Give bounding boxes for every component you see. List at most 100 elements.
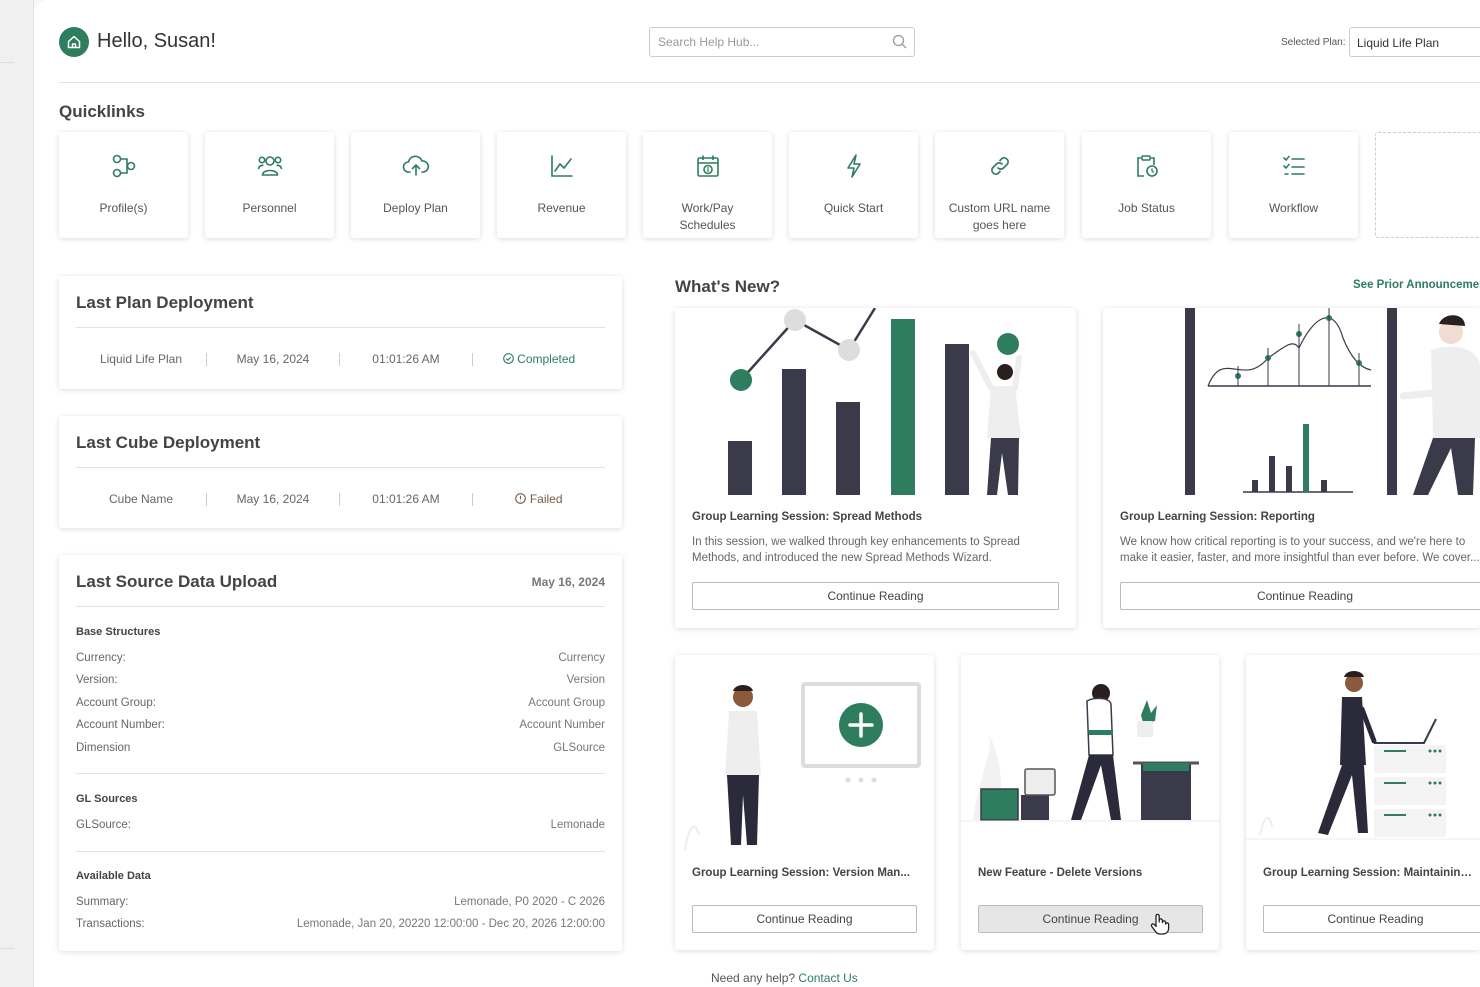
kv-row: Account Number: Account Number (76, 719, 605, 731)
news-card-spread-methods: Group Learning Session: Spread Methods I… (675, 308, 1076, 628)
kv-value: Lemonade, Jan 20, 20220 12:00:00 - Dec 2… (296, 918, 605, 930)
quicklink-custom-url[interactable]: Custom URL name goes here (935, 132, 1064, 238)
kv-key: Summary: (76, 896, 129, 908)
checklist-icon (1282, 155, 1305, 175)
deployment-name: Cube Name (108, 492, 174, 506)
main-panel: Hello, Susan! Selected Plan: Liquid Life… (34, 0, 1480, 987)
home-icon (67, 35, 81, 49)
section-title: Available Data (76, 870, 151, 882)
quicklink-label: Quick Start (823, 201, 884, 215)
delete-versions-illustration (961, 684, 1219, 822)
quicklink-workflow[interactable]: Workflow (1229, 132, 1358, 238)
quicklink-revenue[interactable]: Revenue (497, 132, 626, 238)
add-version-illustration (684, 682, 921, 850)
deployment-row: Cube Name May 16, 2024 01:01:26 AM Faile… (76, 492, 605, 506)
quicklink-add-slot[interactable] (1375, 132, 1480, 238)
plan-deployment-card: Last Plan Deployment Liquid Life Plan Ma… (59, 276, 622, 389)
hand-pointer-cursor-icon (1150, 913, 1170, 935)
kv-row: Dimension GLSource (76, 742, 605, 754)
news-title: Group Learning Session: Maintaining... (1263, 867, 1472, 879)
left-rail (0, 0, 34, 987)
rail-divider (0, 62, 14, 63)
quicklink-profiles[interactable]: Profile(s) (59, 132, 188, 238)
news-card-delete-versions: New Feature - Delete Versions Continue R… (961, 655, 1219, 950)
bar-chart-illustration (728, 308, 1022, 495)
kv-row: Account Group: Account Group (76, 697, 605, 709)
divider (76, 327, 605, 328)
upload-date: May 16, 2024 (531, 575, 605, 589)
news-title: New Feature - Delete Versions (978, 867, 1143, 879)
status-text: Completed (517, 352, 576, 366)
continue-reading-button[interactable]: Continue Reading (1263, 905, 1480, 933)
kv-row: Transactions: Lemonade, Jan 20, 20220 12:… (76, 918, 605, 930)
contact-us-link[interactable]: Contact Us (798, 971, 857, 985)
quicklink-label: Personnel (242, 201, 297, 215)
card-title: Last Cube Deployment (76, 433, 261, 452)
search-icon[interactable] (892, 34, 907, 49)
status-badge: Completed (473, 352, 605, 366)
kv-value: Currency (558, 652, 605, 664)
help-text: Need any help? (711, 971, 796, 985)
kv-value: Account Number (519, 719, 605, 731)
alert-circle-icon (515, 493, 527, 504)
deployment-date: May 16, 2024 (236, 492, 310, 506)
kv-key: Version: (76, 674, 118, 686)
quicklink-label: Profile(s) (99, 201, 148, 215)
personnel-icon (257, 156, 282, 176)
deployment-time: 01:01:26 AM (372, 492, 440, 506)
status-text: Failed (529, 492, 563, 506)
line-chart-icon (550, 155, 573, 177)
kv-key: Dimension (76, 742, 131, 754)
divider (76, 606, 605, 607)
divider (76, 467, 605, 468)
plan-select[interactable]: Liquid Life Plan (1349, 27, 1480, 57)
kv-value: Account Group (528, 697, 605, 709)
see-prior-announcements-link[interactable]: See Prior Announcements (1353, 279, 1480, 291)
quicklink-work-pay-schedules[interactable]: Work/Pay Schedules (643, 132, 772, 238)
clipboard-clock-icon (1136, 155, 1158, 177)
selected-plan-label: Selected Plan: (1281, 37, 1346, 48)
quicklink-personnel[interactable]: Personnel (205, 132, 334, 238)
quicklink-deploy-plan[interactable]: Deploy Plan (351, 132, 480, 238)
quicklink-label: Workflow (1268, 201, 1319, 215)
quicklink-quick-start[interactable]: Quick Start (789, 132, 918, 238)
news-title: Group Learning Session: Reporting (1120, 511, 1315, 523)
home-button[interactable] (59, 27, 89, 57)
link-icon (990, 157, 1009, 175)
kv-row: GLSource: Lemonade (76, 819, 605, 831)
divider (76, 773, 605, 774)
news-description: We know how critical reporting is to you… (1120, 536, 1480, 564)
news-title: Group Learning Session: Version Man... (692, 867, 910, 879)
kv-value: Lemonade (550, 819, 605, 831)
kv-key: Account Number: (76, 719, 165, 731)
kv-key: Account Group: (76, 697, 156, 709)
source-upload-card: Last Source Data Upload May 16, 2024 Bas… (59, 555, 622, 951)
search-input[interactable] (649, 27, 915, 57)
cube-deployment-card: Last Cube Deployment Cube Name May 16, 2… (59, 416, 622, 528)
kv-key: Currency: (76, 652, 126, 664)
kv-value: Lemonade, P0 2020 - C 2026 (454, 896, 605, 908)
section-title: GL Sources (76, 793, 138, 805)
quicklink-label: Revenue (537, 201, 586, 215)
header-divider (59, 82, 1480, 83)
quicklink-label: Job Status (1118, 201, 1175, 215)
news-card-maintaining: Group Learning Session: Maintaining... C… (1246, 655, 1480, 950)
divider (76, 851, 605, 852)
check-circle-icon (502, 353, 514, 364)
card-title: Last Source Data Upload (76, 572, 278, 591)
deployment-time: 01:01:26 AM (372, 352, 440, 366)
profiles-icon (112, 154, 135, 178)
server-illustration (1246, 671, 1480, 840)
kv-row: Currency: Currency (76, 652, 605, 664)
quicklinks-title: Quicklinks (59, 102, 145, 121)
status-badge: Failed (473, 492, 605, 506)
continue-reading-button[interactable]: Continue Reading (1120, 582, 1480, 610)
lightning-icon (846, 154, 861, 178)
quicklink-job-status[interactable]: Job Status (1082, 132, 1211, 238)
help-footer: Need any help? Contact Us (711, 971, 858, 985)
deployment-row: Liquid Life Plan May 16, 2024 01:01:26 A… (76, 352, 605, 366)
continue-reading-button[interactable]: Continue Reading (692, 905, 917, 933)
kv-row: Version: Version (76, 674, 605, 686)
continue-reading-button[interactable]: Continue Reading (692, 582, 1059, 610)
news-title: Group Learning Session: Spread Methods (692, 511, 923, 523)
